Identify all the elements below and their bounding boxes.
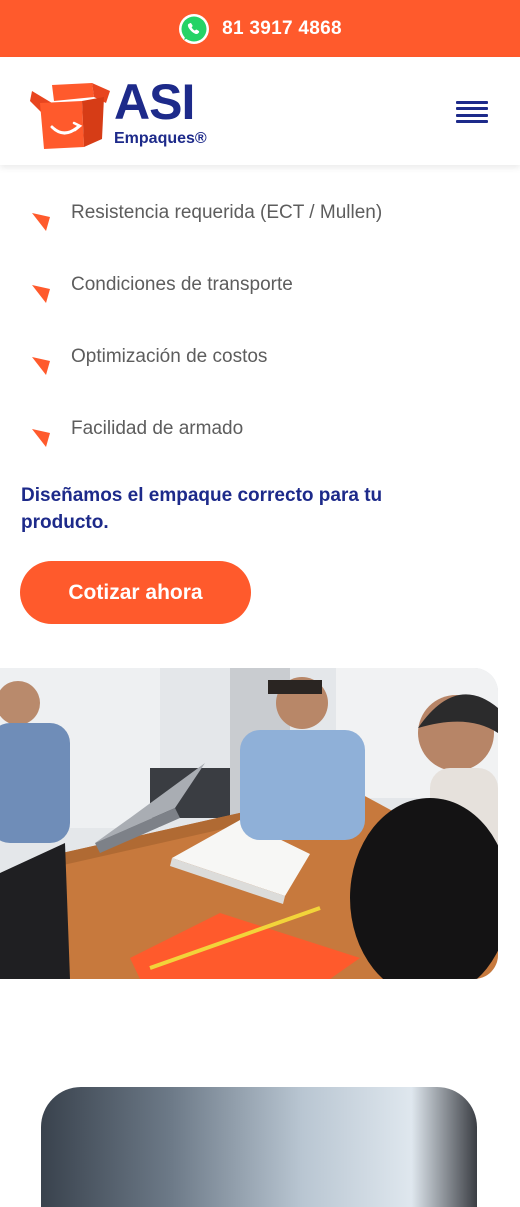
triangle-bullet-icon <box>32 429 50 447</box>
triangle-bullet-icon <box>32 285 50 303</box>
menu-line <box>456 119 488 123</box>
quote-now-button[interactable]: Cotizar ahora <box>20 561 251 624</box>
list-item: Facilidad de armado <box>0 417 520 457</box>
box-logo-icon <box>30 83 110 149</box>
logo-wordmark: ASI Empaques® <box>114 77 207 147</box>
list-item: Optimización de costos <box>0 345 520 385</box>
menu-line <box>456 113 488 117</box>
logo-title: ASI <box>114 74 195 130</box>
feature-label: Optimización de costos <box>71 346 268 367</box>
site-header: ASI Empaques® <box>0 57 520 165</box>
feature-label: Resistencia requerida (ECT / Mullen) <box>71 202 383 223</box>
whatsapp-icon[interactable] <box>178 13 210 45</box>
next-section-card <box>41 1087 477 1207</box>
list-item: Resistencia requerida (ECT / Mullen) <box>0 201 520 241</box>
top-contact-bar: 81 3917 4868 <box>0 0 520 57</box>
triangle-bullet-icon <box>32 213 50 231</box>
phone-number-link[interactable]: 81 3917 4868 <box>222 18 342 40</box>
triangle-bullet-icon <box>32 357 50 375</box>
meeting-illustration <box>0 668 498 979</box>
feature-label: Facilidad de armado <box>71 418 244 439</box>
menu-line <box>456 107 488 111</box>
list-item: Condiciones de transporte <box>0 273 520 313</box>
hamburger-menu-icon[interactable] <box>456 101 488 123</box>
tagline: Diseñamos el empaque correcto para tu pr… <box>21 485 383 533</box>
feature-label: Condiciones de transporte <box>71 274 293 295</box>
logo-subtitle: Empaques® <box>114 130 207 147</box>
asi-logo[interactable]: ASI Empaques® <box>30 77 220 149</box>
meeting-photo <box>0 668 498 979</box>
menu-line <box>456 101 488 104</box>
